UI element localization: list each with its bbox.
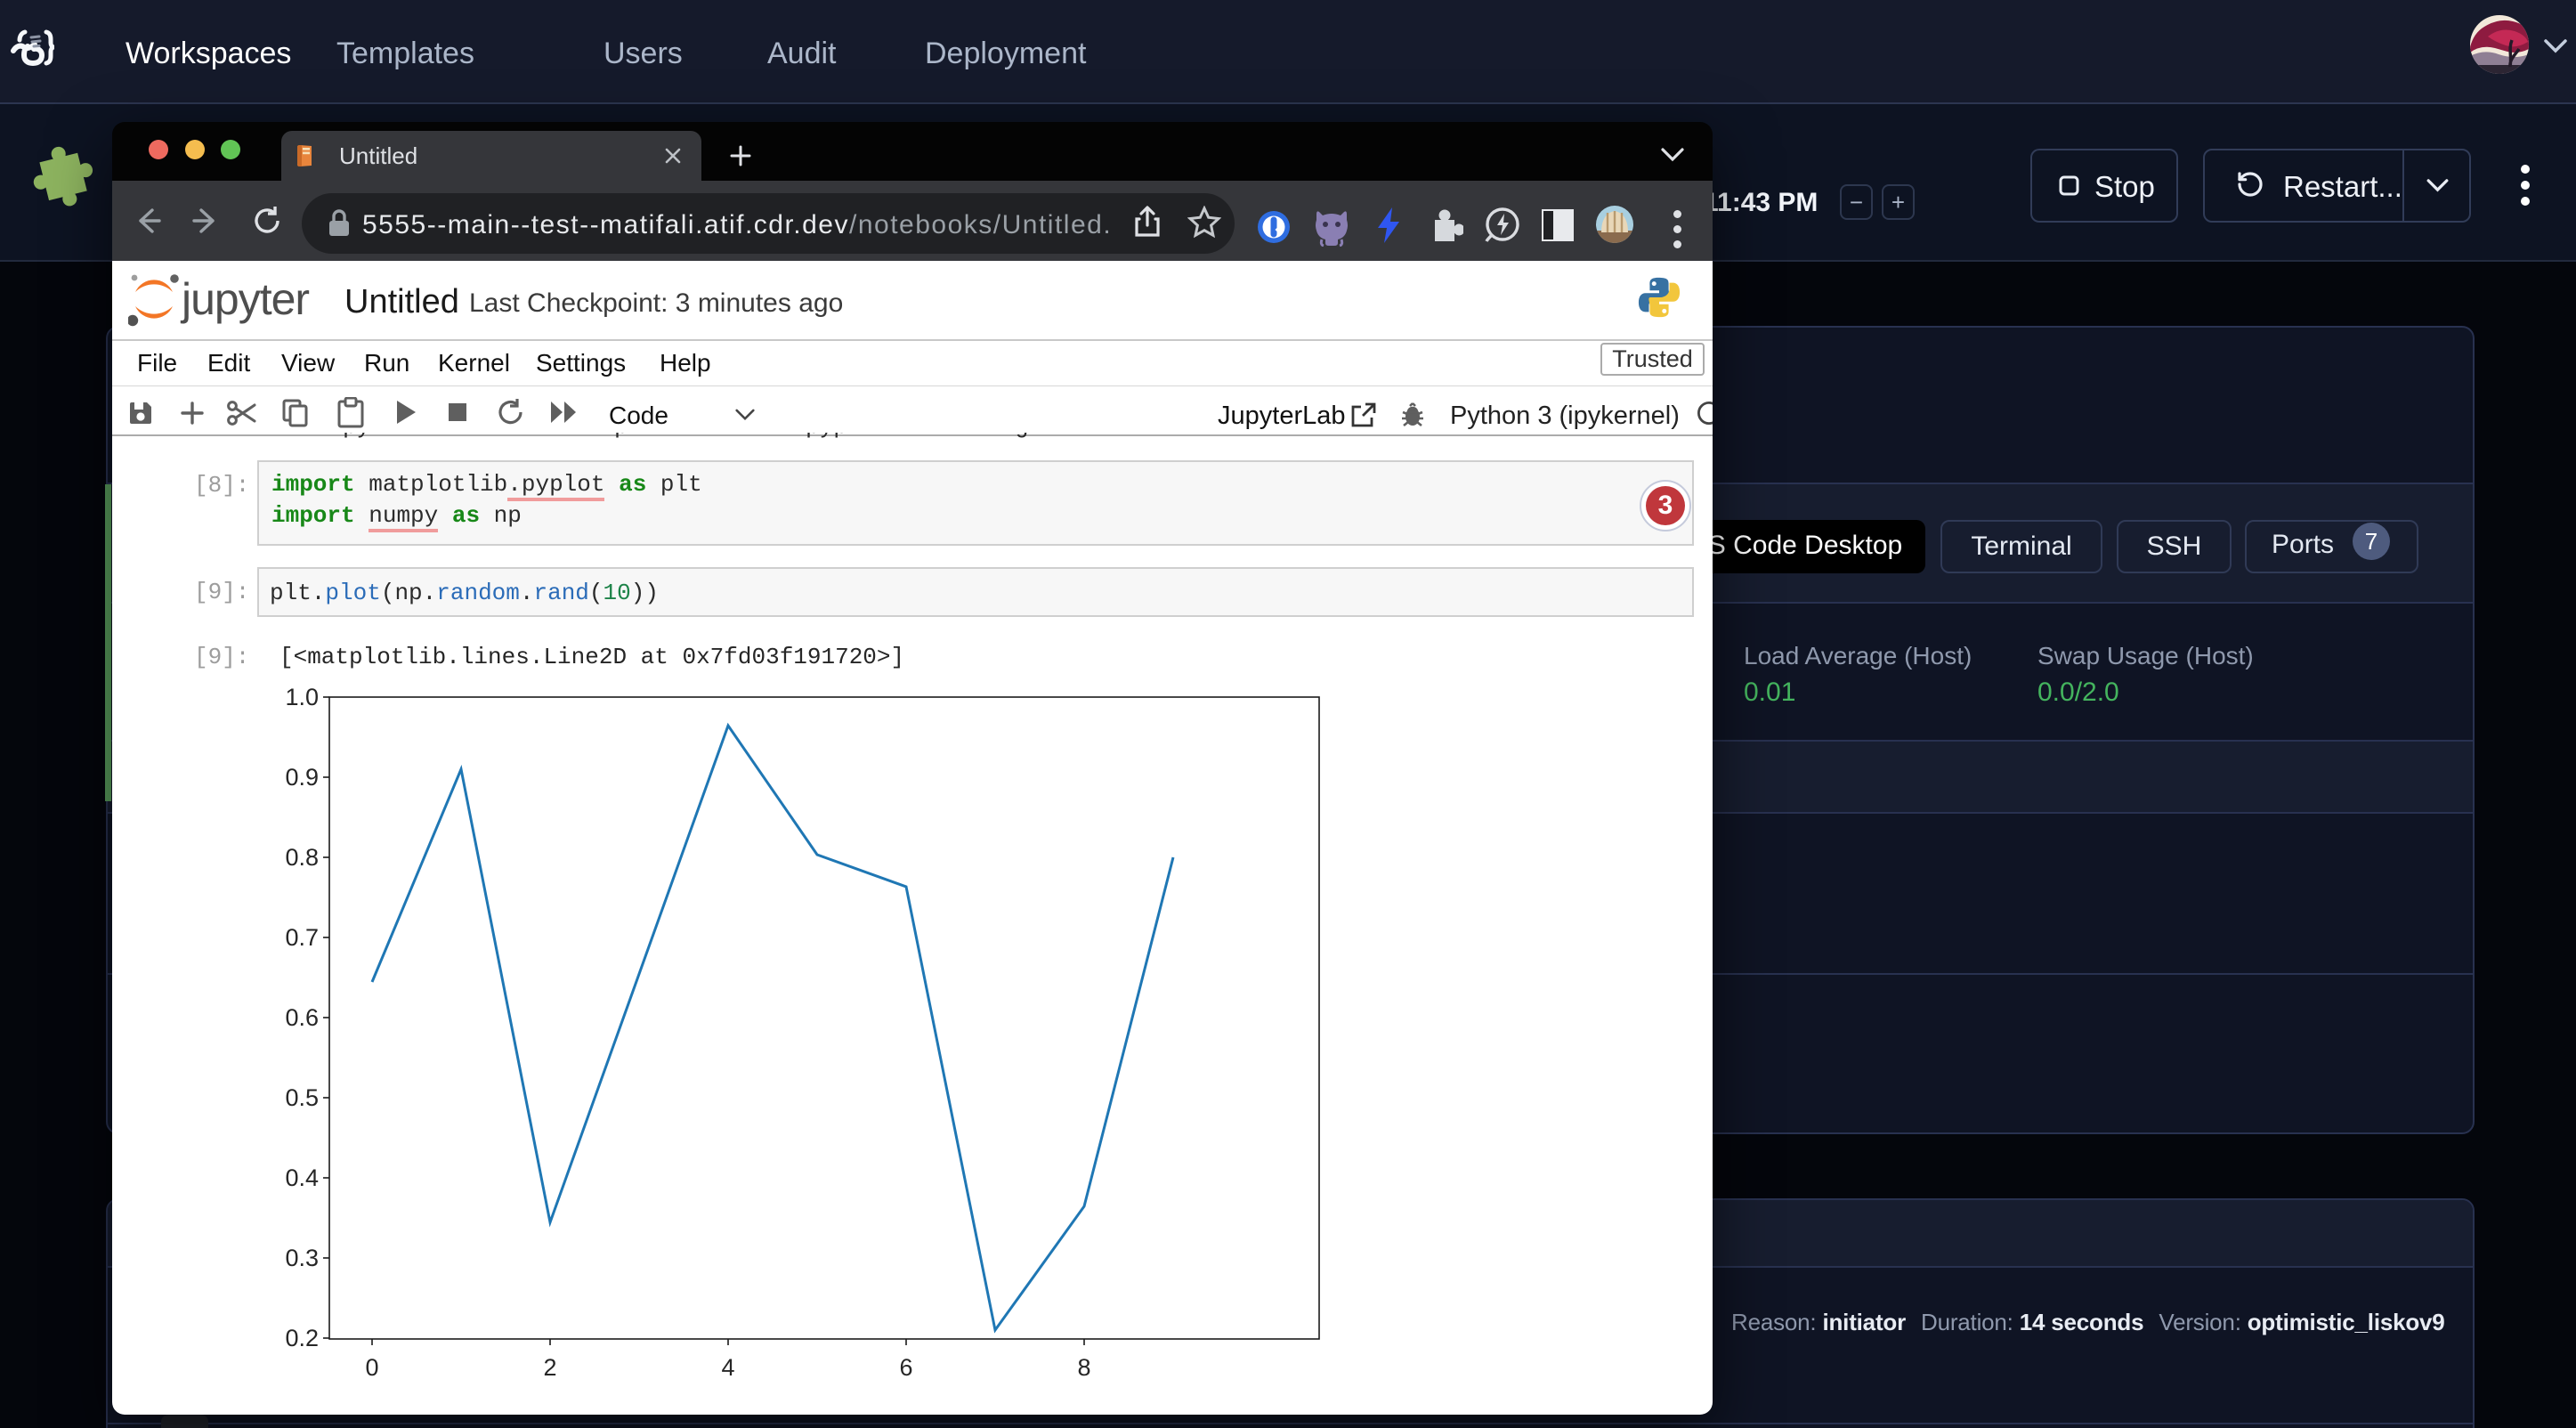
svg-text:0.3: 0.3 [285,1245,319,1271]
svg-text:0.7: 0.7 [285,924,319,951]
svg-text:1.0: 1.0 [285,686,319,710]
svg-text:0: 0 [365,1354,378,1381]
svg-text:0.6: 0.6 [285,1004,319,1031]
svg-text:8: 8 [1077,1354,1090,1381]
svg-text:0.8: 0.8 [285,844,319,871]
svg-text:6: 6 [899,1354,912,1381]
svg-text:4: 4 [721,1354,734,1381]
svg-text:0.4: 0.4 [285,1164,319,1191]
svg-text:0.9: 0.9 [285,764,319,791]
svg-text:0.2: 0.2 [285,1325,319,1351]
svg-text:2: 2 [543,1354,556,1381]
svg-text:0.5: 0.5 [285,1084,319,1111]
